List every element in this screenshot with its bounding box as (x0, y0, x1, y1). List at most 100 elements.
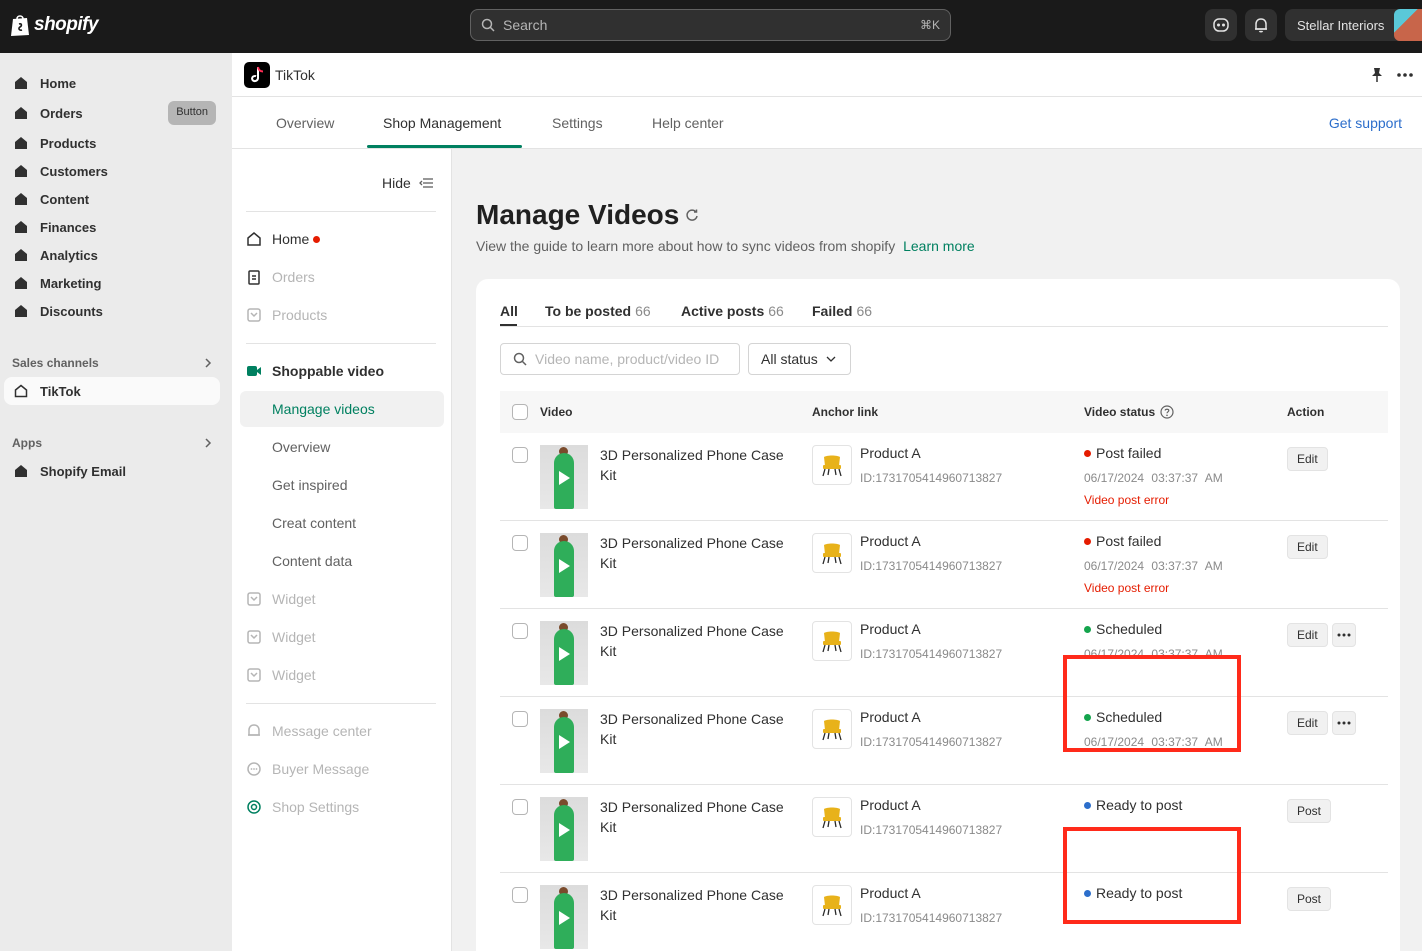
vtab-to-be-posted[interactable]: To be posted 66 (545, 303, 651, 319)
subnav-products[interactable]: Products (246, 307, 327, 323)
vtab-failed[interactable]: Failed 66 (812, 303, 872, 319)
store-menu-button[interactable]: Stellar Interiors (1285, 9, 1422, 41)
vtab-active-posts[interactable]: Active posts 66 (681, 303, 784, 319)
pin-icon[interactable] (1370, 67, 1384, 83)
product-name[interactable]: Product A (860, 533, 921, 549)
video-status: Post failed (1084, 445, 1161, 461)
home-icon (15, 137, 27, 149)
search-shortcut: ⌘K (919, 18, 940, 32)
edit-button[interactable]: Edit (1287, 711, 1328, 735)
nav-item-shopify-email[interactable]: Shopify Email (4, 457, 220, 485)
subnav-overview[interactable]: Overview (272, 439, 330, 455)
sales-channels-header[interactable]: Sales channels (12, 356, 212, 370)
video-name: 3D Personalized Phone Case Kit (600, 623, 784, 659)
nav-item-orders[interactable]: Orders Button (4, 99, 220, 127)
nav-item-tiktok[interactable]: TikTok (4, 377, 220, 405)
vtab-label: All (500, 303, 518, 319)
more-horizontal-icon[interactable] (1396, 67, 1414, 83)
row-checkbox[interactable] (512, 623, 528, 639)
row-more-button[interactable] (1332, 623, 1356, 647)
status-error[interactable]: Video post error (1084, 581, 1169, 595)
video-thumbnail[interactable] (540, 533, 588, 597)
status-error[interactable]: Video post error (1084, 493, 1169, 507)
play-icon (559, 823, 570, 837)
row-more-button[interactable] (1332, 711, 1356, 735)
learn-more-link[interactable]: Learn more (903, 238, 975, 254)
subnav-buyer-message[interactable]: Buyer Message (246, 761, 369, 777)
nav-item-analytics[interactable]: Analytics (4, 241, 220, 269)
refresh-icon[interactable] (685, 208, 699, 222)
sidekick-button[interactable] (1205, 9, 1237, 41)
nav-item-home[interactable]: Home (4, 69, 220, 97)
subnav-orders[interactable]: Orders (246, 269, 315, 285)
video-thumbnail[interactable] (540, 445, 588, 509)
subnav-label: Shoppable video (272, 363, 385, 379)
product-name[interactable]: Product A (860, 621, 921, 637)
tab-settings[interactable]: Settings (552, 115, 603, 131)
product-name[interactable]: Product A (860, 445, 921, 461)
subnav-shop-settings[interactable]: Shop Settings (246, 799, 359, 815)
status-text: Scheduled (1096, 621, 1163, 637)
tab-overview[interactable]: Overview (276, 115, 334, 131)
help-circle-icon[interactable] (1160, 405, 1174, 419)
video-thumbnail[interactable] (540, 885, 588, 949)
tab-help-center[interactable]: Help center (652, 115, 724, 131)
nav-item-products[interactable]: Products (4, 129, 220, 157)
video-status: Scheduled (1084, 621, 1162, 637)
vtab-label: Active posts (681, 303, 765, 319)
edit-button[interactable]: Edit (1287, 447, 1328, 471)
row-checkbox[interactable] (512, 711, 528, 727)
video-thumbnail[interactable] (540, 621, 588, 685)
vtab-label: Failed (812, 303, 853, 319)
subnav-widget-2[interactable]: Widget (246, 629, 316, 645)
subnav-message-center[interactable]: Message center (246, 723, 372, 739)
apps-header[interactable]: Apps (12, 436, 212, 450)
subnav-shoppable-video[interactable]: Shoppable video (246, 363, 384, 379)
notifications-button[interactable] (1245, 9, 1277, 41)
vtab-count: 66 (768, 303, 784, 319)
subnav-get-inspired[interactable]: Get inspired (272, 477, 347, 493)
nav-item-finances[interactable]: Finances (4, 213, 220, 241)
chair-icon (822, 807, 842, 829)
tiktok-icon (251, 66, 264, 83)
row-checkbox[interactable] (512, 535, 528, 551)
video-thumbnail[interactable] (540, 709, 588, 773)
subnav-widget-3[interactable]: Widget (246, 667, 316, 683)
tab-shop-management[interactable]: Shop Management (383, 115, 501, 131)
chevron-down-icon (826, 356, 836, 362)
subnav-content-data[interactable]: Content data (272, 553, 352, 569)
nav-item-content[interactable]: Content (4, 185, 220, 213)
nav-item-marketing[interactable]: Marketing (4, 269, 220, 297)
subnav-home[interactable]: Home (246, 231, 321, 247)
hide-sidebar-button[interactable]: Hide (382, 175, 433, 191)
active-tab-indicator (367, 145, 522, 148)
status-select[interactable]: All status (748, 343, 851, 375)
nav-item-customers[interactable]: Customers (4, 157, 220, 185)
subnav-manage-videos[interactable]: Mangage videos (272, 401, 375, 417)
edit-button[interactable]: Edit (1287, 623, 1328, 647)
shopify-logo[interactable]: shopify (10, 13, 99, 37)
subnav-label: Widget (272, 667, 316, 683)
status-dot (1084, 449, 1091, 457)
select-all-checkbox[interactable] (512, 404, 528, 420)
vtab-all[interactable]: All (500, 303, 518, 319)
video-search-input[interactable]: Video name, product/video ID (500, 343, 740, 375)
row-checkbox[interactable] (512, 887, 528, 903)
subnav-widget-1[interactable]: Widget (246, 591, 316, 607)
video-thumbnail[interactable] (540, 797, 588, 861)
edit-button[interactable]: Edit (1287, 535, 1328, 559)
product-name[interactable]: Product A (860, 797, 921, 813)
row-checkbox[interactable] (512, 447, 528, 463)
post-button[interactable]: Post (1287, 887, 1332, 911)
product-name[interactable]: Product A (860, 885, 921, 901)
product-name[interactable]: Product A (860, 709, 921, 725)
orders-badge[interactable]: Button (168, 101, 216, 125)
subnav-creat-content[interactable]: Creat content (272, 515, 356, 531)
row-checkbox[interactable] (512, 799, 528, 815)
get-support-link[interactable]: Get support (1329, 115, 1402, 131)
search-placeholder: Video name, product/video ID (535, 351, 720, 367)
product-thumbnail (812, 709, 852, 749)
nav-item-discounts[interactable]: Discounts (4, 297, 220, 325)
post-button[interactable]: Post (1287, 799, 1332, 823)
global-search[interactable]: Search ⌘K (470, 9, 951, 41)
